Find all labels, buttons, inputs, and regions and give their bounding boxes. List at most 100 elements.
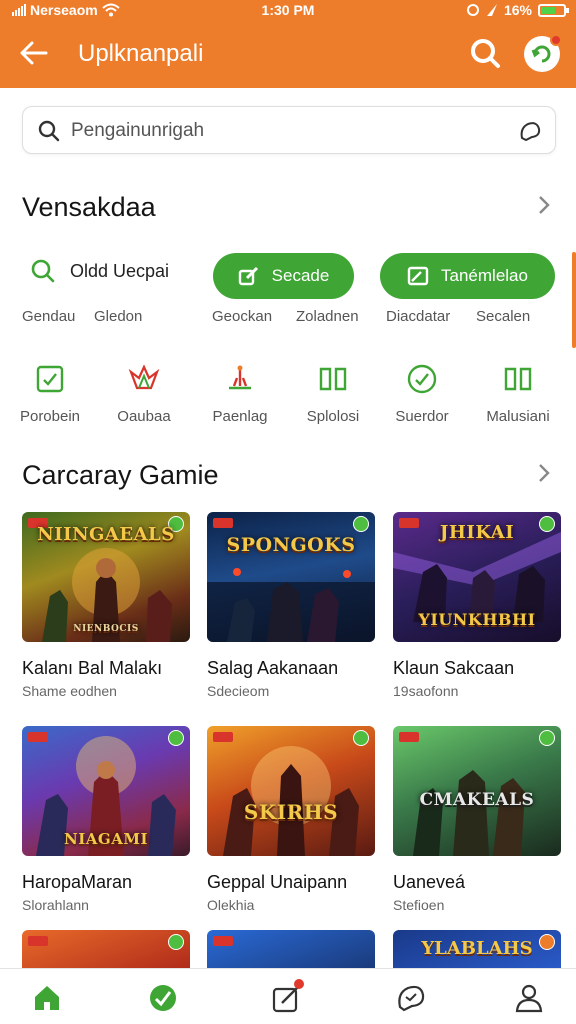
category-paenlag[interactable]: Paenlag (194, 362, 286, 425)
location-icon (486, 4, 497, 16)
notification-dot (550, 34, 562, 46)
hot-tag (399, 732, 419, 742)
game-card[interactable]: SPONGOKS Salag Aakanaan Sdecieom (207, 512, 375, 699)
game-thumbnail[interactable]: CMAKEALS (393, 726, 561, 856)
category-suerdor[interactable]: Suerdor (376, 362, 468, 425)
game-thumbnail[interactable]: JHIKAI YIUNKHBHI (393, 512, 561, 642)
nav-notification-dot (294, 979, 304, 989)
category-label: Paenlag (212, 408, 268, 425)
edit-icon (238, 266, 258, 286)
pill-button-secade[interactable]: Secade (213, 253, 354, 299)
home-icon[interactable] (30, 981, 64, 1015)
verified-badge-icon (168, 730, 184, 746)
game-thumbnail[interactable]: NIINGAEALS NIENBOCIS (22, 512, 190, 642)
category-label: Suerdor (395, 408, 449, 425)
category-splolosi[interactable]: Splolosi (287, 362, 379, 425)
sub-label[interactable]: Geockan (212, 308, 272, 325)
game-art-title: NIAGAMI (64, 830, 148, 848)
status-bar: Nerseaom 1:30 PM 16% (0, 0, 576, 22)
profile-icon[interactable] (512, 981, 546, 1015)
voice-search-icon[interactable] (517, 118, 543, 144)
game-name: Uaneveá (393, 872, 466, 892)
verified-badge-icon (353, 516, 369, 532)
game-subtitle: Sdecieom (207, 683, 270, 699)
game-subtitle: Shame eodhen (22, 683, 117, 699)
search-bar[interactable] (22, 106, 556, 154)
page-title: Uplknanpali (78, 40, 204, 67)
crown-icon (128, 364, 160, 390)
category-malusiani[interactable]: Malusiani (472, 362, 564, 425)
hot-tag (213, 732, 233, 742)
sub-label[interactable]: Diacdatar (386, 308, 450, 325)
game-name: Salag Aakanaan (207, 658, 339, 678)
app-header: Nerseaom 1:30 PM 16% Uplknanpali (0, 0, 576, 88)
game-subtitle: Slorahlann (22, 897, 89, 913)
game-art (223, 746, 359, 856)
pill-button-tanemlelao[interactable]: Tanémlelao (380, 253, 555, 299)
sub-label[interactable]: Secalen (476, 308, 530, 325)
game-card[interactable]: NIINGAEALS NIENBOCIS Kalanı Bal Malakı S… (22, 512, 190, 699)
chat-icon[interactable] (394, 981, 428, 1015)
category-label: Porobein (19, 408, 81, 425)
search-icon (38, 120, 60, 142)
back-arrow-icon[interactable] (18, 38, 50, 68)
check-circle-icon[interactable] (146, 981, 180, 1015)
game-name: Kalanı Bal Malakı (22, 658, 163, 678)
sync-icon (466, 4, 479, 16)
game-name: Klaun Sakcaan (393, 658, 515, 678)
game-card[interactable]: SKIRHS Geppal Unaipann Olekhia (207, 726, 375, 913)
game-art-title: SKIRHS (243, 800, 339, 824)
sub-label[interactable]: Gendau (22, 308, 75, 325)
game-thumbnail[interactable]: NIAGAMI (22, 726, 190, 856)
bottom-nav (0, 968, 576, 1024)
verified-badge-icon (539, 730, 555, 746)
game-thumbnail[interactable]: SKIRHS (207, 726, 375, 856)
game-subtitle: Olekhia (207, 897, 255, 913)
pill-label: Secade (271, 266, 330, 285)
hot-tag (28, 936, 48, 946)
game-card[interactable]: JHIKAI YIUNKHBHI Klaun Sakcaan 19saofonn (393, 512, 561, 699)
section-title-vensakdaa: Vensakdaa (22, 192, 156, 222)
game-thumbnail[interactable]: SPONGOKS (207, 512, 375, 642)
check-circle-icon (407, 364, 437, 394)
game-thumbnail-partial[interactable] (22, 930, 190, 970)
game-art-title: CMAKEALS (419, 790, 535, 810)
game-art-banner: YIUNKHBHI (418, 610, 536, 629)
battery-percent: 16% (503, 2, 532, 18)
pill-label: Tanémlelao (441, 266, 528, 285)
verified-badge-icon (168, 934, 184, 950)
game-subtitle: Stefioen (393, 897, 445, 913)
sub-label[interactable]: Zoladnen (296, 308, 359, 325)
verified-badge-icon (353, 730, 369, 746)
game-art (207, 568, 375, 642)
search-input[interactable] (71, 115, 501, 147)
game-art-title: SPONGOKS (226, 534, 356, 556)
game-art-title: JHIKAI (439, 522, 515, 543)
section-title-carcaray-gamie: Carcaray Gamie (22, 460, 219, 490)
category-oaubaa[interactable]: Oaubaa (98, 362, 190, 425)
game-thumbnail-partial[interactable] (207, 930, 375, 970)
chevron-right-icon[interactable] (536, 462, 552, 484)
game-card[interactable]: NIAGAMI HaropaMaran Slorahlann (22, 726, 190, 913)
game-thumbnail-partial[interactable]: YLABLAHS (393, 930, 561, 970)
book-icon (319, 367, 347, 391)
game-name: HaropaMaran (22, 872, 133, 892)
category-label: Malusiani (486, 408, 550, 425)
notification-button[interactable] (524, 34, 562, 72)
edit-nav-button[interactable] (270, 979, 304, 1015)
hot-tag (28, 732, 48, 742)
hot-tag (213, 936, 233, 946)
game-art-banner: NIENBOCIS (73, 624, 139, 634)
game-card[interactable]: CMAKEALS Uaneveá Stefioen (393, 726, 561, 913)
game-art-title: YLABLAHS (421, 938, 533, 959)
game-name: Geppal Unaipann (207, 872, 348, 892)
chevron-right-icon[interactable] (536, 194, 552, 216)
quick-search-item[interactable]: Oldd Uecpai (30, 258, 169, 284)
search-icon[interactable] (468, 36, 502, 70)
category-label: Oaubaa (117, 408, 171, 425)
sub-label[interactable]: Gledon (94, 308, 142, 325)
badge-icon (539, 934, 555, 950)
trophy-icon (229, 365, 251, 390)
category-porobein[interactable]: Porobein (4, 362, 96, 425)
scroll-indicator (572, 252, 576, 348)
